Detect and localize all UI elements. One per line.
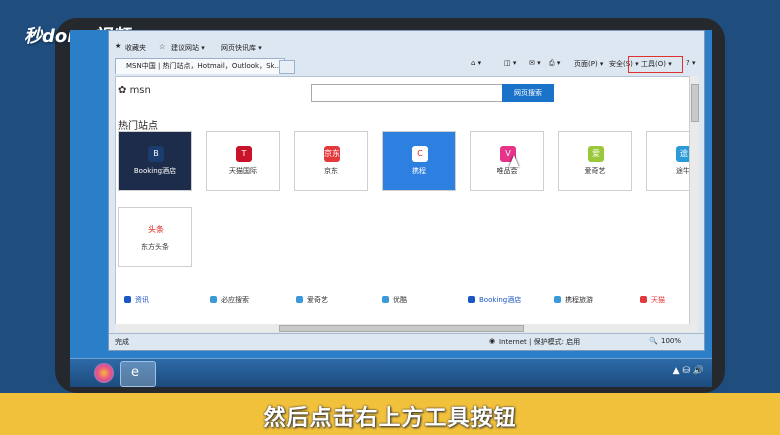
quick-link-label: 天猫 (651, 296, 665, 304)
quick-link-icon (382, 296, 389, 303)
quick-link[interactable]: Booking酒店 (468, 295, 521, 305)
print-icon[interactable]: ⎙ ▾ (549, 59, 560, 68)
security-zone[interactable]: Internet | 保护模式: 启用 (499, 337, 580, 347)
vertical-scroll-thumb[interactable] (691, 84, 699, 122)
page-menu[interactable]: 页面(P) ▾ (574, 59, 603, 69)
status-done: 完成 (115, 338, 129, 346)
site-tile-label: 途牛 (676, 167, 690, 175)
desktop-screen: ★ 收藏夹 ☆ 建议网站 ▾ 网页快讯库 ▾ MSN中国 | 热门站点，Hotm… (70, 30, 712, 387)
mail-icon[interactable]: ✉ ▾ (529, 59, 541, 67)
web-slice-gallery-link[interactable]: 网页快讯库 ▾ (221, 43, 262, 53)
start-button[interactable] (94, 363, 114, 383)
quick-link-label: 优酷 (393, 296, 407, 304)
site-tile-label: 唯品会 (496, 167, 518, 175)
horizontal-scrollbar[interactable] (115, 324, 698, 332)
quick-link-icon (296, 296, 303, 303)
zoom-icon: 🔍 (649, 337, 658, 345)
msn-page: ✿ msn 网页搜索 热门站点 B Booking酒店 T 天猫国际 京东 京东 C 携程 V 唯… (115, 76, 691, 326)
quick-link[interactable]: 天猫 (640, 295, 665, 305)
site-tile[interactable]: 头条 东方头条 (118, 207, 192, 267)
tools-highlight-box (628, 56, 683, 73)
tab-command-bar: MSN中国 | 热门站点，Hotmail，Outlook，Sk... ⌂ ▾ ◫… (109, 56, 704, 75)
site-tile[interactable]: 京东 京东 (294, 131, 368, 191)
site-tile[interactable]: C 携程 (382, 131, 456, 191)
quick-link-label: 携程旅游 (565, 296, 593, 304)
site-tile[interactable]: T 天猫国际 (206, 131, 280, 191)
quick-link-icon (124, 296, 131, 303)
section-title: 热门站点 (118, 121, 158, 132)
suggested-sites-link[interactable]: 建议网站 ▾ (171, 43, 205, 53)
favorites-button[interactable]: 收藏夹 (125, 43, 146, 53)
horizontal-scroll-thumb[interactable] (279, 325, 524, 332)
quick-links-row: 资讯 必应搜索 爱奇艺 优酷 Booking酒店 携程旅游 天猫 (116, 295, 690, 309)
ie-taskbar-button[interactable]: e (120, 361, 156, 387)
system-tray: ▲ ⛁ 🔊 (672, 366, 704, 376)
site-logo-icon: B (148, 146, 164, 162)
site-tile-label: 爱奇艺 (584, 167, 606, 175)
help-icon[interactable]: ? ▾ (686, 59, 695, 67)
site-tile-label: Booking酒店 (133, 167, 177, 175)
quick-link[interactable]: 爱奇艺 (296, 295, 328, 305)
vertical-scrollbar[interactable] (689, 76, 699, 324)
quick-link-label: Booking酒店 (479, 296, 522, 304)
quick-link-icon (210, 296, 217, 303)
site-logo-icon: 京东 (324, 146, 340, 162)
feeds-icon[interactable]: ◫ ▾ (504, 59, 516, 67)
msn-logo-text: msn (129, 85, 151, 96)
site-tile-label: 东方头条 (141, 243, 169, 251)
quick-link-icon (554, 296, 561, 303)
quick-link[interactable]: 优酷 (382, 295, 407, 305)
quick-link[interactable]: 携程旅游 (554, 295, 593, 305)
site-logo-icon: 爱 (588, 146, 604, 162)
site-tile-label: 携程 (412, 167, 426, 175)
status-bar: 完成 ◉ Internet | 保护模式: 启用 🔍 100% (109, 333, 704, 350)
zone-icon: ◉ (489, 337, 496, 345)
favorites-bar: ★ 收藏夹 ☆ 建议网站 ▾ 网页快讯库 ▾ (109, 41, 704, 55)
quick-link-label: 资讯 (135, 296, 149, 304)
ie-window: ★ 收藏夹 ☆ 建议网站 ▾ 网页快讯库 ▾ MSN中国 | 热门站点，Hotm… (108, 30, 705, 351)
taskbar: e ▲ ⛁ 🔊 (70, 358, 712, 387)
site-logo-icon: C (412, 146, 428, 162)
tab-msn[interactable]: MSN中国 | 热门站点，Hotmail，Outlook，Sk... (115, 58, 285, 74)
site-tile[interactable]: V 唯品会 (470, 131, 544, 191)
site-tile[interactable]: B Booking酒店 (118, 131, 192, 191)
site-tile-label: 京东 (324, 167, 338, 175)
site-logo-icon: 头条 (148, 222, 164, 238)
site-tile[interactable]: 爱爱奇艺 (558, 131, 632, 191)
zoom-level[interactable]: 100% (661, 337, 681, 345)
quick-link-icon (468, 296, 475, 303)
star-icon[interactable]: ★ (115, 42, 121, 50)
msn-logo: ✿ msn (118, 85, 151, 96)
ie-icon: e (131, 365, 139, 380)
web-search-button[interactable]: 网页搜索 (502, 84, 554, 102)
mouse-cursor-icon (509, 155, 519, 167)
quick-link[interactable]: 必应搜索 (210, 295, 249, 305)
home-icon[interactable]: ⌂ ▾ (471, 59, 481, 67)
quick-link-icon (640, 296, 647, 303)
subtitle-text: 然后点击右上方工具按钮 (263, 406, 517, 431)
new-tab-button[interactable] (279, 60, 295, 74)
site-tile[interactable]: 途途牛 (646, 131, 690, 191)
add-favorite-icon[interactable]: ☆ (159, 43, 165, 51)
site-tile-label: 天猫国际 (229, 167, 257, 175)
site-logo-icon: T (236, 146, 252, 162)
search-input[interactable] (311, 84, 503, 102)
quick-link-label: 必应搜索 (221, 296, 249, 304)
quick-link[interactable]: 资讯 (124, 295, 149, 305)
quick-link-label: 爱奇艺 (307, 296, 328, 304)
